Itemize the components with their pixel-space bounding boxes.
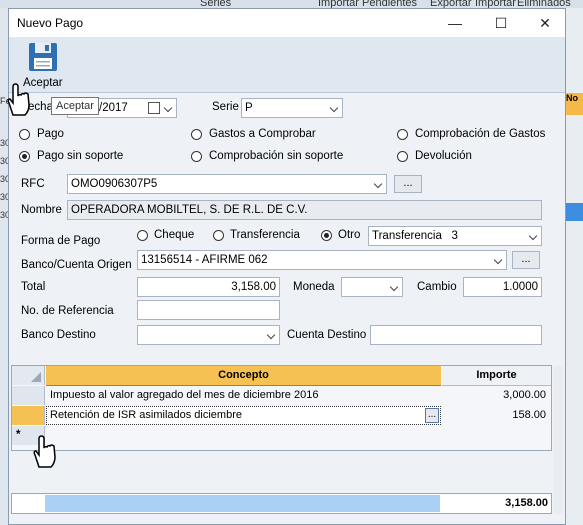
- forma-otro-dropdown[interactable]: Transferencia 3: [368, 226, 542, 246]
- radio-icon: [397, 151, 408, 162]
- footer-total: 3,158.00: [505, 497, 548, 509]
- concepto-grid: Concepto Importe Impuesto al valor agreg…: [11, 365, 552, 451]
- referencia-field[interactable]: [137, 300, 280, 320]
- fecha-value: /2017: [99, 102, 128, 114]
- cambio-field[interactable]: 1.0000: [463, 277, 542, 297]
- radio-selected-icon: [321, 230, 332, 241]
- serie-dropdown[interactable]: P: [241, 98, 343, 118]
- bg-left-row: 30: [0, 192, 8, 202]
- radio-label: Devolución: [415, 150, 472, 162]
- column-header-concepto[interactable]: Concepto: [46, 366, 441, 386]
- cambio-label: Cambio: [417, 281, 457, 293]
- cuenta-destino-label: Cuenta Destino: [287, 329, 367, 341]
- hand-cursor-icon: [7, 83, 30, 116]
- rfc-dropdown[interactable]: OMO0906307P5: [67, 174, 387, 194]
- banco-origen-value: 13156514 - AFIRME 062: [141, 254, 268, 266]
- grid-cell-concepto[interactable]: Impuesto al valor agregado del mes de di…: [50, 386, 430, 405]
- nombre-field[interactable]: OPERADORA MOBILTEL, S. DE R.L. DE C.V.: [67, 200, 542, 220]
- radio-icon: [137, 230, 148, 241]
- nuevo-pago-dialog: Nuevo Pago — ☐ ✕ Aceptar Aceptar Fecha /…: [7, 8, 566, 525]
- rfc-value: OMO0906307P5: [71, 178, 158, 190]
- radio-label: Cheque: [154, 229, 195, 241]
- radio-label: Pago sin soporte: [37, 150, 124, 162]
- ribbon-toolbar: Aceptar: [9, 37, 565, 93]
- footer-bar: [45, 495, 440, 512]
- background-right-column: No: [566, 8, 583, 525]
- row-header-selected[interactable]: [12, 406, 45, 425]
- grid-cell-importe[interactable]: 3,000.00: [444, 386, 546, 405]
- moneda-label: Moneda: [293, 281, 335, 293]
- rfc-label: RFC: [21, 178, 45, 190]
- cell-browse-button[interactable]: ...: [425, 408, 439, 423]
- forma-otro-value: Transferencia 3: [372, 230, 458, 242]
- radio-selected-icon: [19, 151, 30, 162]
- serie-value: P: [245, 102, 253, 114]
- radio-label: Comprobación de Gastos: [415, 128, 546, 140]
- hand-cursor-icon: [33, 435, 56, 468]
- radio-label: Otro: [338, 229, 361, 241]
- serie-label: Serie: [212, 101, 239, 113]
- nombre-label: Nombre: [21, 204, 62, 216]
- accept-tooltip: Aceptar: [51, 97, 99, 115]
- radio-label: Transferencia: [230, 229, 300, 241]
- active-cell[interactable]: Retención de ISR asimilados diciembre ..…: [46, 406, 441, 425]
- maximize-button[interactable]: ☐: [479, 11, 523, 35]
- total-field[interactable]: 3,158.00: [137, 277, 280, 297]
- window-title: Nuevo Pago: [17, 16, 84, 30]
- grid-footer: 3,158.00: [11, 493, 552, 514]
- forma-pago-label: Forma de Pago: [21, 235, 101, 247]
- bg-left-row: 30: [0, 174, 8, 184]
- banco-browse-button[interactable]: ...: [512, 251, 540, 269]
- bg-right-header: No: [566, 93, 583, 115]
- cuenta-destino-field[interactable]: [370, 325, 542, 345]
- radio-label: Pago: [37, 128, 64, 140]
- corner-triangle-icon: [31, 372, 41, 382]
- row-header[interactable]: [12, 386, 45, 405]
- radio-label: Comprobación sin soporte: [209, 150, 344, 162]
- radio-icon: [19, 129, 30, 140]
- referencia-label: No. de Referencia: [21, 305, 114, 317]
- close-button[interactable]: ✕: [523, 11, 567, 35]
- grid-corner: [12, 366, 45, 385]
- calendar-icon: [148, 102, 160, 114]
- moneda-dropdown[interactable]: [341, 277, 403, 297]
- rfc-browse-button[interactable]: ...: [394, 175, 422, 193]
- radio-icon: [397, 129, 408, 140]
- column-header-importe[interactable]: Importe: [442, 366, 551, 386]
- radio-icon: [213, 230, 224, 241]
- bg-selected-row: [566, 203, 583, 221]
- save-icon: [29, 43, 57, 71]
- bg-left-row: 30: [0, 138, 8, 148]
- radio-label: Gastos a Comprobar: [209, 128, 316, 140]
- radio-icon: [191, 151, 202, 162]
- grid-scrollbar[interactable]: [554, 366, 563, 514]
- banco-origen-dropdown[interactable]: 13156514 - AFIRME 062: [137, 250, 507, 270]
- total-label: Total: [21, 281, 46, 293]
- grid-cell-concepto: Retención de ISR asimilados diciembre: [50, 409, 242, 421]
- grid-cell-importe[interactable]: 158.00: [444, 406, 546, 425]
- banco-origen-label: Banco/Cuenta Origen: [21, 259, 132, 271]
- banco-destino-dropdown[interactable]: [137, 325, 280, 345]
- title-bar: Nuevo Pago — ☐ ✕: [9, 9, 565, 37]
- minimize-button[interactable]: —: [433, 11, 477, 35]
- radio-icon: [191, 129, 202, 140]
- banco-destino-label: Banco Destino: [21, 329, 96, 341]
- bg-left-row: 30: [0, 156, 8, 166]
- bg-left-row: 30: [0, 210, 8, 220]
